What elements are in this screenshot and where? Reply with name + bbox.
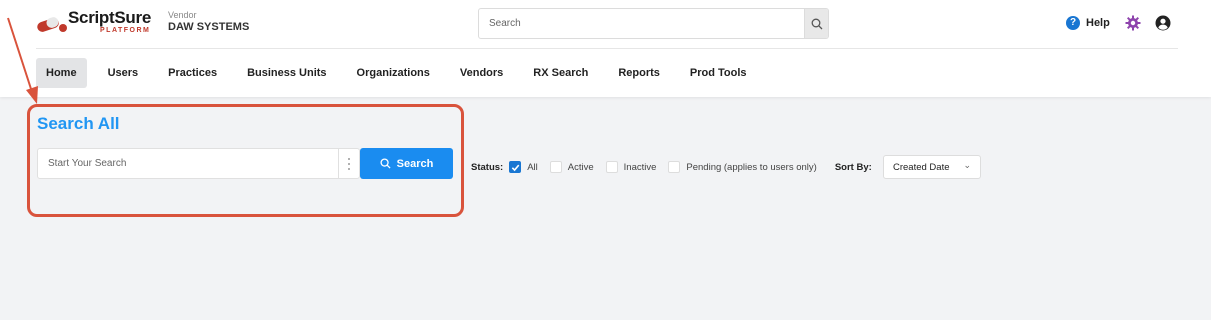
checkbox-icon[interactable] <box>605 161 618 173</box>
status-option-pending[interactable]: Pending (applies to users only) <box>668 161 817 173</box>
nav-item-rx-search[interactable]: RX Search <box>518 58 603 88</box>
vendor-label: Vendor <box>168 10 197 20</box>
sort-by-label: Sort By: <box>834 161 872 173</box>
checkbox-icon[interactable] <box>549 161 562 173</box>
app-header: ScriptSure PLATFORM Vendor DAW SYSTEMS S… <box>0 0 1211 97</box>
top-bar: ScriptSure PLATFORM Vendor DAW SYSTEMS S… <box>0 0 1211 48</box>
vendor-name: DAW SYSTEMS <box>168 21 250 33</box>
annotation-arrow <box>7 17 38 104</box>
status-option-all[interactable]: All <box>509 161 538 173</box>
sort-by-select[interactable]: Created Date ⌄ <box>883 155 981 179</box>
nav-item-vendors[interactable]: Vendors <box>445 58 518 88</box>
status-option-inactive[interactable]: Inactive <box>605 161 657 173</box>
help-label: Help <box>1086 17 1110 29</box>
vendor-info: Vendor DAW SYSTEMS <box>168 10 249 33</box>
nav-item-reports[interactable]: Reports <box>603 58 675 88</box>
nav-item-organizations[interactable]: Organizations <box>342 58 445 88</box>
nav-item-business-units[interactable]: Business Units <box>232 58 341 88</box>
logo-subtitle: PLATFORM <box>100 27 151 34</box>
sort-by-value: Created Date <box>893 162 950 173</box>
status-option-label: Active <box>567 161 594 173</box>
user-account-icon[interactable] <box>1155 15 1171 31</box>
global-search-input[interactable]: Search <box>478 8 829 39</box>
global-search-placeholder: Search <box>489 18 521 29</box>
status-option-label: Pending (applies to users only) <box>686 161 817 173</box>
status-filters: Status: All Active Inactive Pending (app… <box>471 157 878 177</box>
nav-item-prod-tools[interactable]: Prod Tools <box>675 58 762 88</box>
annotation-highlight-box <box>27 104 464 217</box>
nav-item-practices[interactable]: Practices <box>153 58 232 88</box>
header-divider <box>36 48 1178 49</box>
global-search-button[interactable] <box>804 9 828 38</box>
status-option-label: All <box>527 161 538 173</box>
gear-icon[interactable] <box>1125 15 1141 31</box>
status-option-label: Inactive <box>623 161 657 173</box>
status-option-active[interactable]: Active <box>549 161 594 173</box>
main-nav: Home Users Practices Business Units Orga… <box>36 58 762 88</box>
logo-text: ScriptSure <box>68 8 151 27</box>
chevron-down-icon: ⌄ <box>963 160 971 170</box>
checkbox-icon[interactable] <box>668 161 681 173</box>
nav-item-users[interactable]: Users <box>93 58 154 88</box>
help-icon: ? <box>1066 16 1080 30</box>
search-icon <box>811 18 823 30</box>
help-link[interactable]: ? Help <box>1066 16 1110 30</box>
checkbox-checked-icon[interactable] <box>509 161 522 173</box>
status-label: Status: <box>471 161 504 173</box>
